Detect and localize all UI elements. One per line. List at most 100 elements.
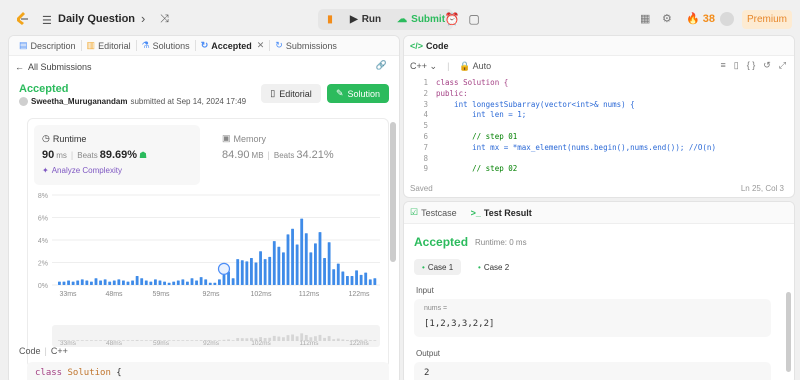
chart-bar[interactable] (364, 272, 368, 285)
chart-bar[interactable] (277, 246, 281, 285)
chart-bar[interactable] (359, 274, 363, 285)
chart-bar[interactable] (336, 263, 340, 285)
memory-card[interactable]: ▣ Memory 84.90 MB | Beats 34.21% (214, 125, 384, 185)
problem-list-icon[interactable]: ☰ (42, 14, 52, 27)
chart-bar[interactable] (368, 279, 372, 285)
shuffle-icon[interactable]: ⤨ (160, 13, 169, 26)
chart-bar[interactable] (282, 252, 285, 285)
prev-problem-icon[interactable]: ‹ (121, 11, 125, 26)
chart-bar[interactable] (222, 274, 226, 285)
chart-bar[interactable] (195, 280, 198, 286)
chart-bar[interactable] (204, 279, 208, 285)
chart-bar[interactable] (76, 280, 80, 286)
premium-button[interactable]: Premium (742, 10, 792, 29)
chart-bar[interactable] (158, 280, 162, 286)
chart-bar[interactable] (199, 277, 203, 285)
chart-bar[interactable] (181, 279, 185, 285)
chart-bar[interactable] (149, 281, 153, 285)
chart-bar[interactable] (80, 279, 84, 285)
left-scrollbar[interactable] (390, 122, 396, 262)
chart-bar[interactable] (240, 260, 244, 285)
tab-description[interactable]: ▤ Description (14, 40, 82, 51)
chart-bar[interactable] (135, 276, 139, 285)
timer-icon[interactable]: ⏰ (443, 10, 461, 28)
runtime-card[interactable]: ◷ Runtime 90 ms | Beats 89.69% ☗ ✦ Analy… (34, 125, 200, 185)
debug-button[interactable]: ▮ (318, 9, 342, 30)
submitted-code[interactable]: class Solution { (27, 362, 389, 380)
chart-bar[interactable] (254, 262, 258, 286)
chart-bar[interactable] (71, 281, 75, 285)
editorial-button[interactable]: ▯ Editorial (261, 84, 321, 103)
chart-bar[interactable] (309, 252, 313, 285)
chart-bar[interactable] (300, 218, 304, 285)
chart-bar[interactable] (327, 242, 331, 285)
chart-bar[interactable] (346, 276, 349, 285)
case-2-button[interactable]: • Case 2 (470, 259, 517, 275)
close-tab-icon[interactable]: ✕ (257, 40, 265, 51)
chart-bar[interactable] (231, 278, 235, 285)
notes-icon[interactable]: ▢ (465, 10, 483, 28)
chart-bar[interactable] (318, 232, 322, 285)
chart-bar[interactable] (373, 278, 377, 285)
chart-bar[interactable] (213, 282, 217, 285)
settings-gear-icon[interactable]: ⚙ (662, 12, 672, 25)
chart-bar[interactable] (268, 256, 272, 285)
chart-bar[interactable] (122, 280, 125, 286)
chart-bar[interactable] (295, 244, 299, 286)
reset-icon[interactable]: ↺ (763, 60, 771, 71)
chart-bar[interactable] (236, 259, 240, 285)
author-avatar[interactable] (19, 97, 28, 106)
chart-bar[interactable] (154, 279, 157, 285)
chart-bar[interactable] (259, 251, 262, 285)
leetcode-logo[interactable] (14, 11, 30, 27)
result-scrollbar[interactable] (786, 292, 791, 372)
tab-submissions[interactable]: ↻ Submissions (270, 40, 342, 51)
chart-bar[interactable] (350, 276, 354, 285)
chart-bar[interactable] (163, 281, 166, 285)
chart-bar[interactable] (99, 280, 102, 286)
chart-bar[interactable] (186, 281, 189, 285)
layout-icon[interactable]: ▦ (640, 12, 650, 25)
next-problem-icon[interactable]: › (141, 11, 145, 26)
chart-bar[interactable] (323, 258, 326, 285)
analyze-complexity-link[interactable]: ✦ Analyze Complexity (42, 166, 122, 175)
tab-solutions[interactable]: ⚗ Solutions (137, 40, 196, 51)
chart-bar[interactable] (263, 259, 267, 285)
tab-testcase[interactable]: ☑ Testcase (410, 207, 457, 218)
chart-bar[interactable] (103, 279, 107, 285)
chart-bar[interactable] (250, 258, 253, 285)
format-icon[interactable]: ≡ (721, 60, 726, 71)
case-1-button[interactable]: • Case 1 (414, 259, 462, 275)
chart-bar[interactable] (314, 243, 317, 285)
chart-bar[interactable] (126, 281, 130, 285)
auto-mode[interactable]: 🔒 Auto (459, 61, 491, 72)
runtime-distribution-chart[interactable]: 0% 2% 4% 6% 8% 33ms 48ms 59ms 92ms 102ms 112ms 122m… (28, 189, 388, 367)
braces-icon[interactable]: { } (747, 60, 756, 71)
chart-bar[interactable] (108, 281, 112, 285)
chart-bar[interactable] (286, 234, 290, 285)
chart-bar[interactable] (90, 281, 93, 285)
chart-bar[interactable] (167, 282, 171, 285)
chart-bar[interactable] (291, 228, 294, 285)
chart-bar[interactable] (117, 279, 121, 285)
language-select[interactable]: C++ ⌄ (410, 61, 437, 72)
chart-bar[interactable] (172, 281, 176, 285)
share-link-icon[interactable]: 🔗 (376, 60, 387, 71)
tab-editorial[interactable]: ▥ Editorial (82, 40, 137, 51)
tab-test-result[interactable]: >_ Test Result (471, 208, 532, 218)
tab-accepted[interactable]: ↻ Accepted ✕ (196, 40, 271, 51)
chart-bar[interactable] (112, 280, 116, 286)
chart-bar[interactable] (131, 280, 134, 286)
run-button[interactable]: ▶ Run (342, 9, 389, 30)
back-to-submissions[interactable]: ← All Submissions 🔗 (15, 60, 395, 74)
chart-bar[interactable] (304, 233, 308, 285)
chart-bar[interactable] (355, 270, 358, 285)
chart-bar[interactable] (218, 279, 221, 285)
post-solution-button[interactable]: ✎ Solution (327, 84, 389, 103)
chart-bar[interactable] (245, 261, 249, 285)
chart-bar[interactable] (144, 280, 148, 286)
chart-bar[interactable] (341, 271, 345, 286)
chart-bar[interactable] (85, 280, 89, 286)
all-submissions-link[interactable]: All Submissions (28, 62, 92, 72)
chart-bar[interactable] (332, 269, 336, 285)
